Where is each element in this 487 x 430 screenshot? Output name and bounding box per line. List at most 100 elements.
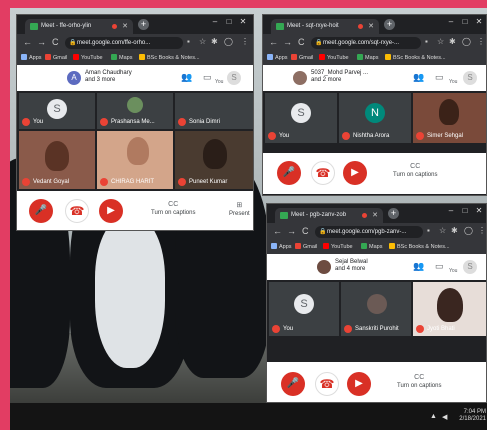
bookmark-maps[interactable]: Maps bbox=[357, 53, 378, 64]
profile-icon[interactable]: ◯ bbox=[464, 226, 473, 235]
bookmark-bsc[interactable]: BSc Books & Notes... bbox=[139, 53, 200, 64]
profile-icon[interactable]: ◯ bbox=[224, 37, 233, 46]
close-window-button[interactable]: ✕ bbox=[473, 17, 485, 26]
new-tab-button[interactable]: + bbox=[138, 19, 149, 30]
minimize-button[interactable]: – bbox=[445, 17, 457, 26]
address-bar[interactable]: 🔒 meet.google.com/ffe-orho... bbox=[65, 37, 183, 49]
mic-off-icon bbox=[178, 118, 186, 126]
bookmark-gmail[interactable]: Gmail bbox=[45, 53, 67, 64]
recording-dot-icon bbox=[358, 24, 363, 29]
people-icon[interactable]: 👥 bbox=[413, 261, 424, 272]
present-button[interactable]: ⊞ Present bbox=[229, 201, 250, 217]
clock-time: 7:04 PM bbox=[463, 409, 486, 415]
camera-toggle-button[interactable]: ▶ bbox=[343, 161, 367, 185]
back-button[interactable]: ← bbox=[269, 37, 278, 47]
star-icon[interactable]: ☆ bbox=[199, 37, 206, 46]
video-tile: Prashansa Me... bbox=[97, 93, 173, 129]
maximize-button[interactable]: □ bbox=[223, 17, 235, 26]
forward-button[interactable]: → bbox=[283, 37, 292, 47]
chat-icon[interactable]: ▭ bbox=[203, 72, 212, 83]
new-tab-button[interactable]: + bbox=[384, 19, 395, 30]
forward-button[interactable]: → bbox=[287, 226, 296, 236]
bookmark-gmail[interactable]: Gmail bbox=[291, 53, 313, 64]
minimize-button[interactable]: – bbox=[209, 17, 221, 26]
camera-indicator-icon[interactable]: ▪ bbox=[427, 226, 430, 235]
extensions-icon[interactable]: ✱ bbox=[451, 226, 458, 235]
tile-avatar: S bbox=[47, 99, 67, 119]
bookmark-youtube[interactable]: YouTube bbox=[73, 53, 103, 64]
extensions-icon[interactable]: ✱ bbox=[449, 37, 456, 46]
participants-summary[interactable]: Sejal Belwal and 4 more bbox=[335, 259, 368, 273]
network-icon[interactable]: ▲ bbox=[430, 413, 437, 420]
bookmark-gmail[interactable]: Gmail bbox=[295, 242, 317, 253]
browser-tab[interactable]: Meet - pgb-zanv-zob ✕ bbox=[275, 208, 383, 223]
reload-button[interactable]: C bbox=[302, 226, 309, 236]
camera-indicator-icon[interactable]: ▪ bbox=[425, 37, 428, 46]
leave-call-button[interactable]: ☎ bbox=[65, 199, 89, 223]
title-bar: Meet - ffe-orho-ylin ✕ + – □ ✕ bbox=[17, 15, 253, 34]
bookmark-youtube[interactable]: YouTube bbox=[319, 53, 349, 64]
reload-button[interactable]: C bbox=[52, 37, 59, 47]
star-icon[interactable]: ☆ bbox=[439, 226, 446, 235]
camera-toggle-button[interactable]: ▶ bbox=[347, 372, 371, 396]
leave-call-button[interactable]: ☎ bbox=[311, 161, 335, 185]
self-avatar[interactable]: S bbox=[463, 260, 477, 274]
meet-content: A Aman Chaudhary and 3 more 👥 ▭ You S S … bbox=[17, 65, 253, 230]
bookmark-apps[interactable]: Apps bbox=[21, 53, 42, 64]
self-avatar[interactable]: S bbox=[227, 71, 241, 85]
minimize-button[interactable]: – bbox=[445, 206, 457, 215]
close-tab-icon[interactable]: ✕ bbox=[372, 208, 378, 223]
back-button[interactable]: ← bbox=[23, 37, 32, 47]
menu-icon[interactable]: ⋮ bbox=[477, 37, 485, 46]
address-bar[interactable]: 🔒 meet.google.com/pgb-zanv-... bbox=[315, 226, 423, 238]
volume-icon[interactable]: ◀ bbox=[442, 413, 447, 421]
bookmark-maps[interactable]: Maps bbox=[361, 242, 382, 253]
captions-label: Turn on captions bbox=[151, 210, 196, 216]
participants-summary[interactable]: Aman Chaudhary and 3 more bbox=[85, 70, 132, 84]
captions-button[interactable]: CC Turn on captions bbox=[393, 163, 437, 178]
bookmark-bsc[interactable]: BSc Books & Notes... bbox=[385, 53, 446, 64]
participant-video bbox=[45, 141, 69, 171]
bookmarks-bar: Apps Gmail YouTube Maps BSc Books & Note… bbox=[263, 52, 486, 66]
chat-icon[interactable]: ▭ bbox=[435, 261, 444, 272]
participant-tile-name: Prashansa Me... bbox=[111, 119, 155, 125]
captions-button[interactable]: CC Turn on captions bbox=[151, 201, 195, 216]
close-tab-icon[interactable]: ✕ bbox=[122, 19, 128, 34]
bookmark-bsc[interactable]: BSc Books & Notes... bbox=[389, 242, 450, 253]
leave-call-button[interactable]: ☎ bbox=[315, 372, 339, 396]
address-bar[interactable]: 🔒 meet.google.com/sqt-rxye-... bbox=[311, 37, 421, 49]
menu-icon[interactable]: ⋮ bbox=[241, 37, 249, 46]
camera-indicator-icon[interactable]: ▪ bbox=[187, 37, 190, 46]
close-window-button[interactable]: ✕ bbox=[237, 17, 249, 26]
back-button[interactable]: ← bbox=[273, 226, 282, 236]
self-avatar[interactable]: S bbox=[463, 71, 477, 85]
browser-tab[interactable]: Meet - ffe-orho-ylin ✕ bbox=[25, 19, 133, 34]
mic-toggle-button[interactable]: 🎤 bbox=[29, 199, 53, 223]
mic-toggle-button[interactable]: 🎤 bbox=[277, 161, 301, 185]
clock[interactable]: 7:04 PM 2/18/2021 bbox=[456, 409, 486, 423]
bookmark-apps[interactable]: Apps bbox=[271, 242, 292, 253]
present-icon: ⊞ bbox=[236, 202, 243, 209]
star-icon[interactable]: ☆ bbox=[437, 37, 444, 46]
captions-button[interactable]: CC Turn on captions bbox=[397, 374, 441, 389]
new-tab-button[interactable]: + bbox=[388, 208, 399, 219]
bookmark-youtube[interactable]: YouTube bbox=[323, 242, 353, 253]
close-tab-icon[interactable]: ✕ bbox=[368, 19, 374, 34]
forward-button[interactable]: → bbox=[37, 37, 46, 47]
reload-button[interactable]: C bbox=[298, 37, 305, 47]
browser-tab[interactable]: Meet - sqt-rxye-hoit ✕ bbox=[271, 19, 379, 34]
mic-toggle-button[interactable]: 🎤 bbox=[281, 372, 305, 396]
menu-icon[interactable]: ⋮ bbox=[478, 226, 486, 235]
maximize-button[interactable]: □ bbox=[459, 17, 471, 26]
maximize-button[interactable]: □ bbox=[459, 206, 471, 215]
camera-toggle-button[interactable]: ▶ bbox=[99, 199, 123, 223]
people-icon[interactable]: 👥 bbox=[413, 72, 424, 83]
bookmark-maps[interactable]: Maps bbox=[111, 53, 132, 64]
participants-summary[interactable]: 5037_Mohd Parvej ... and 2 more bbox=[311, 70, 368, 84]
people-icon[interactable]: 👥 bbox=[181, 72, 192, 83]
bookmark-apps[interactable]: Apps bbox=[267, 53, 288, 64]
close-window-button[interactable]: ✕ bbox=[473, 206, 485, 215]
extensions-icon[interactable]: ✱ bbox=[211, 37, 218, 46]
profile-icon[interactable]: ◯ bbox=[462, 37, 471, 46]
chat-icon[interactable]: ▭ bbox=[435, 72, 444, 83]
